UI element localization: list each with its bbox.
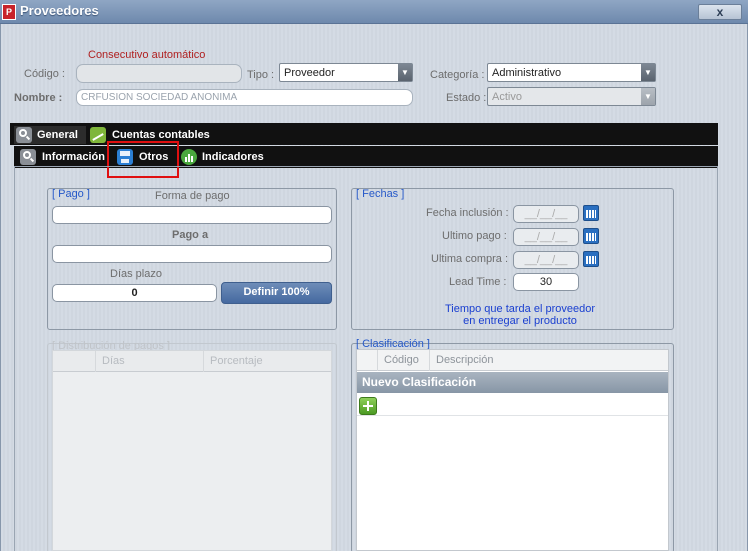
nombre-label: Nombre : bbox=[14, 92, 63, 104]
fecha-inclusion-label: Fecha inclusión : bbox=[426, 207, 509, 219]
chevron-down-icon: ▼ bbox=[398, 64, 412, 81]
tipo-select[interactable]: Proveedor ▼ bbox=[279, 63, 413, 82]
col-descripcion: Descripción bbox=[429, 350, 668, 371]
tab-indicadores[interactable]: Indicadores bbox=[180, 148, 276, 166]
indicator-icon bbox=[181, 149, 197, 165]
dias-plazo-label: Días plazo bbox=[110, 268, 162, 280]
tipo-value: Proveedor bbox=[284, 67, 335, 79]
definir-100-button[interactable]: Definir 100% bbox=[221, 282, 332, 304]
col-porcentaje: Porcentaje bbox=[203, 351, 331, 372]
pago-a-field[interactable] bbox=[52, 245, 332, 263]
chart-icon bbox=[90, 127, 106, 143]
lead-time-field[interactable]: 30 bbox=[513, 273, 579, 291]
tab-informacion[interactable]: Información bbox=[18, 148, 108, 166]
close-button[interactable]: x bbox=[698, 4, 742, 20]
search-icon bbox=[20, 149, 36, 165]
fechas-title: [ Fechas ] bbox=[356, 188, 405, 200]
tipo-label: Tipo : bbox=[247, 69, 275, 81]
calendar-icon[interactable] bbox=[583, 251, 599, 267]
pago-a-label: Pago a bbox=[172, 229, 209, 241]
ultima-compra-field[interactable]: __/__/__ bbox=[513, 251, 579, 269]
app-icon: P bbox=[2, 4, 16, 20]
table-row bbox=[357, 394, 668, 416]
search-icon bbox=[16, 127, 32, 143]
estado-select[interactable]: Activo ▼ bbox=[487, 87, 656, 106]
categoria-label: Categoría : bbox=[430, 69, 485, 81]
categoria-select[interactable]: Administrativo ▼ bbox=[487, 63, 656, 82]
lead-time-label: Lead Time : bbox=[449, 276, 507, 288]
ultimo-pago-label: Ultimo pago : bbox=[442, 230, 507, 242]
add-icon[interactable] bbox=[359, 397, 377, 415]
nombre-field[interactable]: CRFUSION SOCIEDAD ANONIMA bbox=[76, 89, 413, 106]
tab-general-label: General bbox=[37, 129, 78, 141]
title-bar bbox=[0, 0, 748, 24]
tab-cuentas-label: Cuentas contables bbox=[112, 129, 210, 141]
nuevo-clasificacion-row[interactable]: Nuevo Clasificación bbox=[357, 372, 668, 393]
forma-pago-field[interactable] bbox=[52, 206, 332, 224]
tab-indicadores-label: Indicadores bbox=[202, 151, 264, 163]
lead-time-note-1: Tiempo que tarda el proveedor bbox=[444, 303, 595, 315]
pago-title: [ Pago ] bbox=[52, 188, 90, 200]
distribucion-grid bbox=[52, 350, 332, 551]
chevron-down-icon: ▼ bbox=[641, 64, 655, 81]
col-dias: Días bbox=[95, 351, 203, 372]
categoria-value: Administrativo bbox=[492, 67, 562, 79]
ultimo-pago-field[interactable]: __/__/__ bbox=[513, 228, 579, 246]
calendar-icon[interactable] bbox=[583, 205, 599, 221]
codigo-label: Código : bbox=[24, 68, 65, 80]
tab-informacion-label: Información bbox=[42, 151, 105, 163]
codigo-field[interactable] bbox=[76, 64, 242, 83]
calendar-icon[interactable] bbox=[583, 228, 599, 244]
estado-label: Estado : bbox=[446, 92, 487, 104]
fecha-inclusion-field[interactable]: __/__/__ bbox=[513, 205, 579, 223]
estado-value: Activo bbox=[492, 91, 522, 103]
window-title: Proveedores bbox=[20, 3, 99, 18]
chevron-down-icon: ▼ bbox=[641, 88, 655, 105]
ultima-compra-label: Ultima compra : bbox=[431, 253, 509, 265]
tab-general[interactable]: General bbox=[14, 126, 86, 144]
lead-time-note-2: en entregar el producto bbox=[463, 315, 577, 327]
col-codigo: Código bbox=[377, 350, 429, 371]
dias-plazo-field[interactable]: 0 bbox=[52, 284, 217, 302]
consecutivo-note: Consecutivo automático bbox=[88, 49, 206, 61]
forma-pago-label: Forma de pago bbox=[155, 190, 230, 202]
